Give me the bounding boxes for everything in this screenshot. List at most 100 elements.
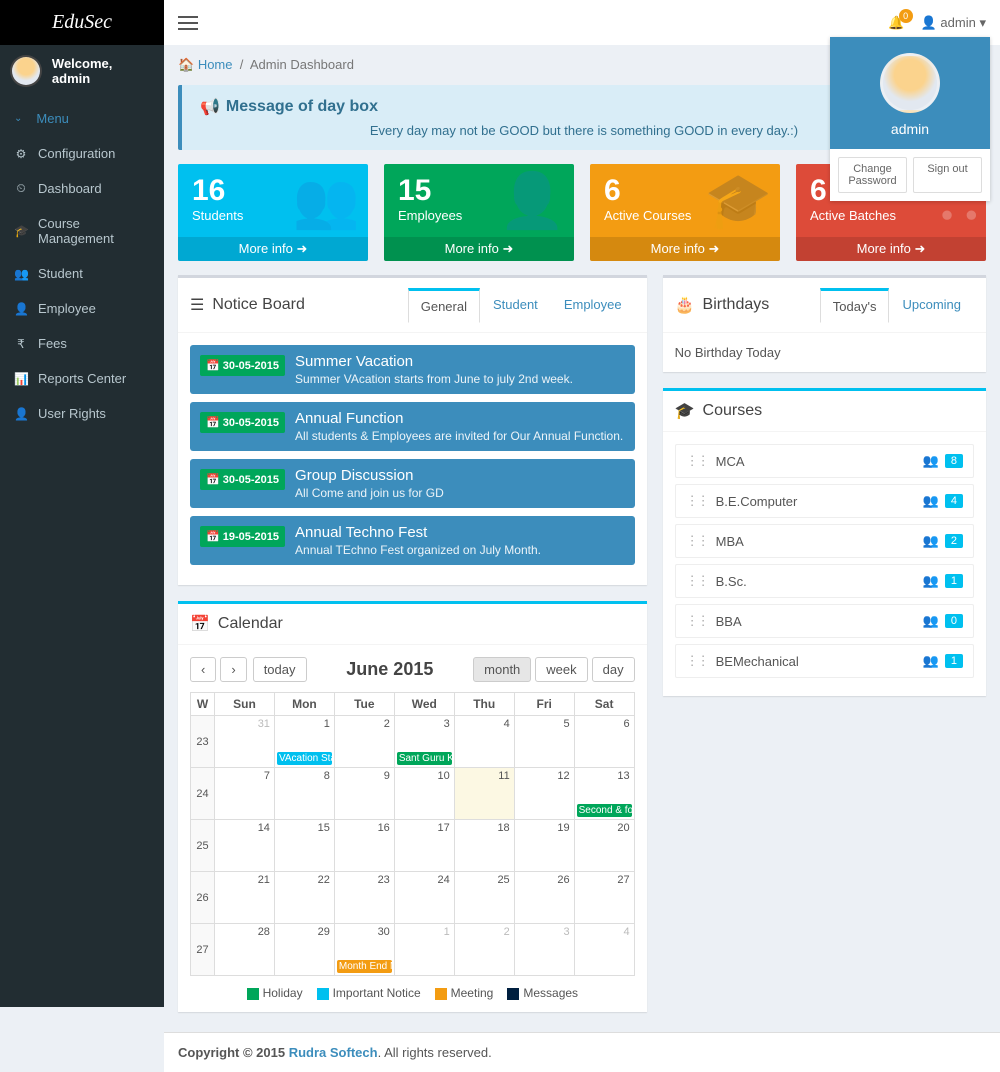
- sidebar-item-dashboard[interactable]: ⏲Dashboard: [0, 171, 164, 206]
- course-item[interactable]: ⋮⋮MCA 👥8: [675, 444, 974, 478]
- graduation-cap-icon: 🎓: [705, 170, 772, 233]
- more-info-link[interactable]: More info ➜: [590, 237, 780, 261]
- cal-day[interactable]: 9: [334, 768, 394, 820]
- change-password-button[interactable]: Change Password: [838, 157, 907, 193]
- more-info-link[interactable]: More info ➜: [384, 237, 574, 261]
- cal-day[interactable]: 16: [334, 820, 394, 872]
- tab-employee[interactable]: Employee: [551, 288, 635, 323]
- caret-down-icon: ▾: [979, 15, 986, 30]
- sidebar-item-reports-center[interactable]: 📊Reports Center: [0, 361, 164, 396]
- cal-view-day[interactable]: day: [592, 657, 635, 682]
- users-icon: 👥: [14, 267, 28, 281]
- sidebar-item-configuration[interactable]: ⚙Configuration: [0, 136, 164, 171]
- drag-handle-icon[interactable]: ⋮⋮: [686, 533, 708, 549]
- hamburger-icon[interactable]: [178, 16, 198, 30]
- cal-day[interactable]: 17: [394, 820, 454, 872]
- cal-day[interactable]: 20: [574, 820, 634, 872]
- cal-day[interactable]: 25: [454, 872, 514, 924]
- cal-day[interactable]: 19: [514, 820, 574, 872]
- cal-day[interactable]: 7: [215, 768, 275, 820]
- cal-event[interactable]: Second & four: [577, 804, 632, 817]
- course-item[interactable]: ⋮⋮B.Sc. 👥1: [675, 564, 974, 598]
- tab-today[interactable]: Today's: [820, 288, 890, 323]
- cal-event[interactable]: Month End M: [337, 960, 392, 973]
- user-menu-toggle[interactable]: 👤 admin ▾: [921, 15, 986, 31]
- cal-view-month[interactable]: month: [473, 657, 531, 682]
- cal-event[interactable]: VAcation Star: [277, 752, 332, 765]
- sidebar-menu-header[interactable]: ⌄ Menu: [0, 101, 164, 136]
- tab-upcoming[interactable]: Upcoming: [889, 288, 974, 323]
- cal-today-button[interactable]: today: [253, 657, 307, 682]
- sign-out-button[interactable]: Sign out: [913, 157, 982, 193]
- cal-next-button[interactable]: ›: [220, 657, 246, 682]
- sidebar-item-employee[interactable]: 👤Employee: [0, 291, 164, 326]
- cal-day[interactable]: 29: [274, 924, 334, 976]
- cal-day[interactable]: 5: [514, 716, 574, 768]
- tab-student[interactable]: Student: [480, 288, 551, 323]
- sidebar-item-user-rights[interactable]: 👤User Rights: [0, 396, 164, 431]
- cal-day[interactable]: 13Second & four: [574, 768, 634, 820]
- cal-day[interactable]: 11: [454, 768, 514, 820]
- footer-link[interactable]: Rudra Softech: [289, 1045, 378, 1060]
- notice-item[interactable]: 📅 30-05-2015 Annual Function All student…: [190, 402, 635, 451]
- cal-event[interactable]: Sant Guru Ka: [397, 752, 452, 765]
- birthdays-body: No Birthday Today: [663, 333, 986, 372]
- bullhorn-icon: 📢: [200, 97, 220, 117]
- cal-day[interactable]: 8: [274, 768, 334, 820]
- cal-day[interactable]: 24: [394, 872, 454, 924]
- sidebar-item-course-management[interactable]: 🎓Course Management: [0, 206, 164, 256]
- drag-handle-icon[interactable]: ⋮⋮: [686, 613, 708, 629]
- cal-day[interactable]: 4: [574, 924, 634, 976]
- notice-item[interactable]: 📅 30-05-2015 Group Discussion All Come a…: [190, 459, 635, 508]
- cal-day[interactable]: 26: [514, 872, 574, 924]
- cal-day[interactable]: 6: [574, 716, 634, 768]
- cal-day[interactable]: 31: [215, 716, 275, 768]
- cal-day[interactable]: 2: [334, 716, 394, 768]
- notifications-button[interactable]: 🔔 0: [888, 15, 904, 31]
- cal-day[interactable]: 18: [454, 820, 514, 872]
- notice-item[interactable]: 📅 30-05-2015 Summer Vacation Summer VAca…: [190, 345, 635, 394]
- course-item[interactable]: ⋮⋮BEMechanical 👥1: [675, 644, 974, 678]
- more-info-link[interactable]: More info ➜: [796, 237, 986, 261]
- course-item[interactable]: ⋮⋮MBA 👥2: [675, 524, 974, 558]
- cal-day[interactable]: 3Sant Guru Ka: [394, 716, 454, 768]
- notice-board-box: ☰Notice Board General Student Employee 📅…: [178, 275, 647, 585]
- cal-day[interactable]: 23: [334, 872, 394, 924]
- drag-handle-icon[interactable]: ⋮⋮: [686, 493, 708, 509]
- cal-day[interactable]: 21: [215, 872, 275, 924]
- drag-handle-icon[interactable]: ⋮⋮: [686, 453, 708, 469]
- drag-handle-icon[interactable]: ⋮⋮: [686, 573, 708, 589]
- sidebar-user-panel: Welcome, admin: [0, 45, 164, 97]
- cal-day[interactable]: 27: [574, 872, 634, 924]
- cal-day[interactable]: 1: [394, 924, 454, 976]
- cal-prev-button[interactable]: ‹: [190, 657, 216, 682]
- tab-general[interactable]: General: [408, 288, 480, 323]
- course-item[interactable]: ⋮⋮BBA 👥0: [675, 604, 974, 638]
- drag-handle-icon[interactable]: ⋮⋮: [686, 653, 708, 669]
- sidebar-item-student[interactable]: 👥Student: [0, 256, 164, 291]
- cal-week-num: 24: [191, 768, 215, 820]
- sidebar-nav: ⌄ Menu ⚙Configuration ⏲Dashboard 🎓Course…: [0, 101, 164, 431]
- course-item[interactable]: ⋮⋮B.E.Computer 👥4: [675, 484, 974, 518]
- cal-day[interactable]: 10: [394, 768, 454, 820]
- sidebar-item-fees[interactable]: ₹Fees: [0, 326, 164, 361]
- cal-day[interactable]: 15: [274, 820, 334, 872]
- cal-day[interactable]: 4: [454, 716, 514, 768]
- cal-day[interactable]: 1VAcation Star: [274, 716, 334, 768]
- cal-day[interactable]: 30Month End M: [334, 924, 394, 976]
- cal-day[interactable]: 28: [215, 924, 275, 976]
- more-info-link[interactable]: More info ➜: [178, 237, 368, 261]
- cal-day[interactable]: 12: [514, 768, 574, 820]
- course-name: BBA: [716, 614, 742, 629]
- legend-item: Important Notice: [317, 986, 421, 1000]
- cal-day[interactable]: 22: [274, 872, 334, 924]
- breadcrumb-home[interactable]: Home: [198, 57, 233, 72]
- breadcrumb-sep: /: [236, 57, 247, 72]
- sidebar-item-label: Course Management: [38, 216, 150, 246]
- cal-day[interactable]: 2: [454, 924, 514, 976]
- cal-day[interactable]: 3: [514, 924, 574, 976]
- cal-view-week[interactable]: week: [535, 657, 587, 682]
- notice-item[interactable]: 📅 19-05-2015 Annual Techno Fest Annual T…: [190, 516, 635, 565]
- cal-day[interactable]: 14: [215, 820, 275, 872]
- brand-logo[interactable]: EduSec: [0, 0, 164, 45]
